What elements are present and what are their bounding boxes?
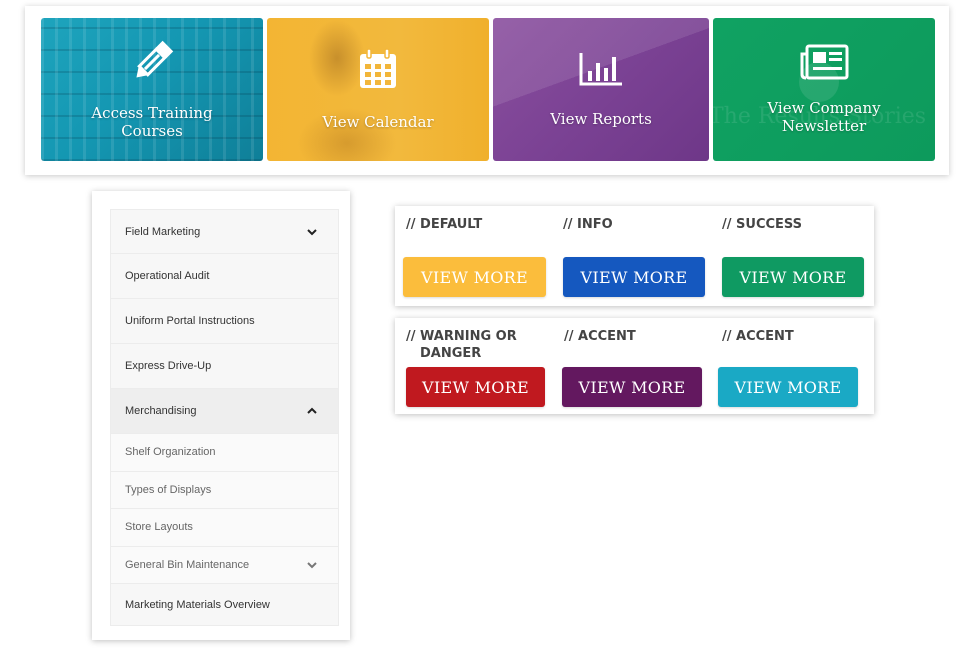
sidebar-subitem-shelf-organization[interactable]: Shelf Organization [110,434,339,472]
sidebar-item-operational-audit[interactable]: Operational Audit [110,254,339,299]
newspaper-icon [799,44,849,85]
sidebar-item-label: Uniform Portal Instructions [125,315,255,327]
sidebar-item-label: Merchandising [125,405,197,417]
sidebar-subitem-types-of-displays[interactable]: Types of Displays [110,471,339,509]
sidebar-item-label: Operational Audit [125,270,210,282]
sidebar-subitem-store-layouts[interactable]: Store Layouts [110,509,339,547]
view-more-success-button[interactable]: VIEW MORE [722,257,864,297]
quick-links-card: Access Training Courses View Calendar Vi… [25,6,949,175]
calendar-icon [358,48,398,95]
tile-view-reports[interactable]: View Reports [493,18,709,161]
heading-success: // SUCCESS [722,217,803,232]
sidebar-item-label: Marketing Materials Overview [125,598,270,611]
chevron-down-icon[interactable] [306,226,318,238]
tile-access-training-courses[interactable]: Access Training Courses [41,18,263,161]
heading-line-2: DANGER [420,346,482,361]
pencil-icon [129,39,175,90]
sidebar-panel: Field Marketing Operational Audit Unifor… [92,191,350,640]
sidebar-subitem-marketing-materials-overview[interactable]: Marketing Materials Overview [110,584,339,626]
tile-view-calendar[interactable]: View Calendar [267,18,489,161]
view-more-accent-button[interactable]: VIEW MORE [562,367,702,407]
view-more-default-button[interactable]: VIEW MORE [403,257,546,297]
tile-label: View Company Newsletter [767,99,881,135]
chevron-up-icon[interactable] [306,405,318,417]
accordion-menu: Field Marketing Operational Audit Unifor… [110,209,339,626]
tile-view-company-newsletter[interactable]: The Results Stories View Company Newslet… [713,18,935,161]
sidebar-item-label: Express Drive-Up [125,360,212,372]
bar-chart-icon [578,51,624,92]
heading-accent: // ACCENT [564,329,636,344]
sidebar-item-express-drive-up[interactable]: Express Drive-Up [110,344,339,389]
heading-info: // INFO [563,217,613,232]
heading-default: // DEFAULT [406,217,483,232]
sidebar-item-merchandising[interactable]: Merchandising [110,389,339,434]
sidebar-item-field-marketing[interactable]: Field Marketing [110,209,339,254]
sidebar-item-label: Store Layouts [125,521,193,534]
heading-warning-or-danger: // WARNING OR DANGER [406,328,517,362]
tile-label: Access Training Courses [91,104,213,140]
button-samples-card-2: // WARNING OR DANGER // ACCENT // ACCENT… [395,318,874,414]
chevron-down-icon[interactable] [306,559,318,571]
sidebar-item-label: General Bin Maintenance [125,558,250,571]
view-more-danger-button[interactable]: VIEW MORE [406,367,545,407]
sidebar-item-label: Shelf Organization [125,446,216,459]
view-more-info-button[interactable]: VIEW MORE [563,257,705,297]
tile-label: View Reports [550,110,652,128]
button-samples-card: // DEFAULT // INFO // SUCCESS VIEW MORE … [395,206,874,306]
sidebar-subitem-general-bin-maintenance[interactable]: General Bin Maintenance [110,546,339,584]
view-more-accent-alt-button[interactable]: VIEW MORE [718,367,858,407]
heading-accent-2: // ACCENT [722,329,794,344]
sidebar-item-label: Types of Displays [125,483,212,496]
sidebar-item-uniform-portal-instructions[interactable]: Uniform Portal Instructions [110,299,339,344]
sidebar-item-label: Field Marketing [125,225,201,238]
tile-label: View Calendar [322,113,434,131]
heading-line-1: // WARNING OR [406,329,517,344]
